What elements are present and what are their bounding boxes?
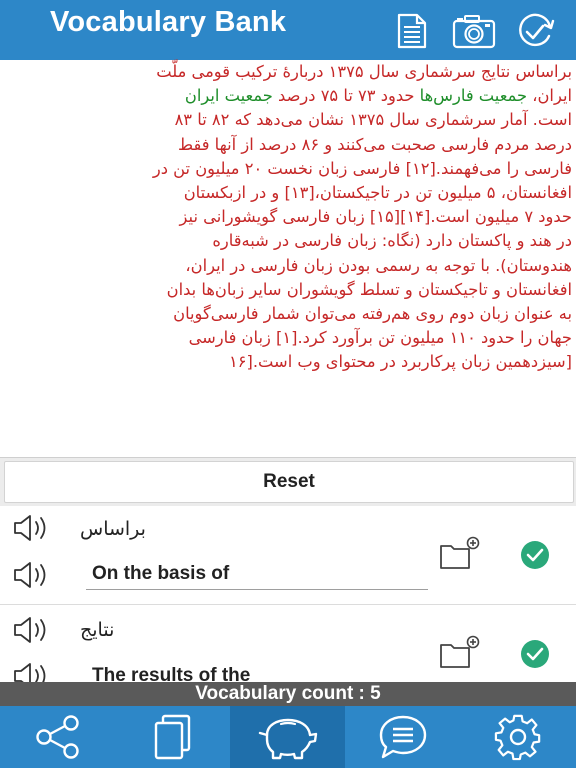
tab-messages[interactable] <box>345 706 460 768</box>
passage-segment: درصد مردم فارسی صحبت می‌کنند و ۸۶ درصد ا… <box>178 134 572 154</box>
passage-line: افغانستان و تاجیکستان و تسلط گویشوران سا… <box>6 278 572 302</box>
passage-segment: افغانستان، ۵ میلیون تن در تاجیکستان،[۱۳]… <box>183 183 572 203</box>
passage-text: براساس نتایج سرشماری سال ۱۳۷۵ دربارهٔ تر… <box>6 60 572 455</box>
passage-segment: هندوستان). با توجه به رسمی بودن زبان فار… <box>185 255 572 275</box>
passage-line: فارسی را می‌فهمند.[۱۲] فارسی زبان نخست ۲… <box>6 157 572 181</box>
check-icon[interactable] <box>516 635 554 673</box>
passage-segment: براساس نتایج سرشماری سال ۱۳۷۵ دربارهٔ تر… <box>156 62 572 81</box>
add-folder-icon[interactable] <box>438 536 484 572</box>
camera-icon[interactable] <box>451 12 497 50</box>
passage-segment: جهان را حدود ۱۱۰ میلیون تن برآورد کرد.[۱… <box>188 328 572 348</box>
history-check-icon[interactable] <box>512 12 558 50</box>
passage-highlight: جمعیت ایران <box>184 86 273 106</box>
passage-line: جهان را حدود ۱۱۰ میلیون تن برآورد کرد.[۱… <box>6 326 572 350</box>
passage-line: درصد مردم فارسی صحبت می‌کنند و ۸۶ درصد ا… <box>6 133 572 157</box>
passage-highlight: جمعیت فارس‌ها <box>419 86 528 106</box>
passage-line: حدود ۷ میلیون است.[۱۴][۱۵] زبان فارسی گو… <box>6 205 572 229</box>
speaker-icon[interactable] <box>12 560 58 590</box>
passage-segment: حدود ۷۳ تا ۷۵ درصد <box>272 86 420 106</box>
chat-list-icon <box>379 715 426 759</box>
passage-segment: در هند و پاکستان دارد (نگاه: زبان فارسی … <box>212 231 572 251</box>
add-folder-icon[interactable] <box>438 635 484 671</box>
vocabulary-count: Vocabulary count : 5 <box>0 682 576 706</box>
passage-segment: حدود ۷ میلیون است.[۱۴][۱۵] زبان فارسی گو… <box>179 207 572 227</box>
check-icon[interactable] <box>516 536 554 574</box>
tab-share[interactable] <box>0 706 115 768</box>
reset-bar: Reset <box>0 457 576 507</box>
passage-segment: به عنوان زبان دوم روی هم‌رفته می‌توان شم… <box>173 304 572 324</box>
vocab-item: براساس <box>0 506 576 605</box>
passage-line: افغانستان، ۵ میلیون تن در تاجیکستان،[۱۳]… <box>6 181 572 205</box>
document-icon[interactable] <box>393 12 433 50</box>
tab-pages[interactable] <box>115 706 230 768</box>
passage-segment: فارسی را می‌فهمند.[۱۲] فارسی زبان نخست ۲… <box>152 158 572 178</box>
passage-line: براساس نتایج سرشماری سال ۱۳۷۵ دربارهٔ تر… <box>6 60 572 84</box>
speaker-icon[interactable] <box>12 615 58 645</box>
copy-pages-icon <box>154 714 190 760</box>
persian-word: نتایج <box>80 619 115 641</box>
gear-icon <box>494 714 541 761</box>
piggy-bank-icon <box>258 718 317 760</box>
translation-input[interactable] <box>86 559 428 590</box>
page-title: Vocabulary Bank <box>50 6 287 38</box>
passage-line: [سیزدهمین زبان پرکاربرد در محتوای وب است… <box>6 350 572 374</box>
passage-segment: است. آمار سرشماری سال ۱۳۷۵ نشان می‌دهد ک… <box>174 110 572 130</box>
passage-segment: [سیزدهمین زبان پرکاربرد در محتوای وب است… <box>229 352 572 372</box>
speaker-icon[interactable] <box>12 513 58 543</box>
passage-line: هندوستان). با توجه به رسمی بودن زبان فار… <box>6 254 572 278</box>
passage-line: است. آمار سرشماری سال ۱۳۷۵ نشان می‌دهد ک… <box>6 108 572 132</box>
passage-segment: افغانستان و تاجیکستان و تسلط گویشوران سا… <box>166 279 572 299</box>
tab-vocabulary[interactable] <box>230 706 345 768</box>
passage-line: در هند و پاکستان دارد (نگاه: زبان فارسی … <box>6 229 572 253</box>
share-icon <box>35 715 79 759</box>
reset-button[interactable]: Reset <box>4 461 574 503</box>
bottom-tab-bar <box>0 706 576 768</box>
passage-line: به عنوان زبان دوم روی هم‌رفته می‌توان شم… <box>6 302 572 326</box>
persian-word: براساس <box>80 518 146 540</box>
passage-line: ایران، جمعیت فارس‌ها حدود ۷۳ تا ۷۵ درصد … <box>6 84 572 108</box>
passage-segment: ایران، <box>527 86 572 106</box>
app-header: Vocabulary Bank <box>0 0 576 60</box>
tab-settings[interactable] <box>460 706 576 768</box>
